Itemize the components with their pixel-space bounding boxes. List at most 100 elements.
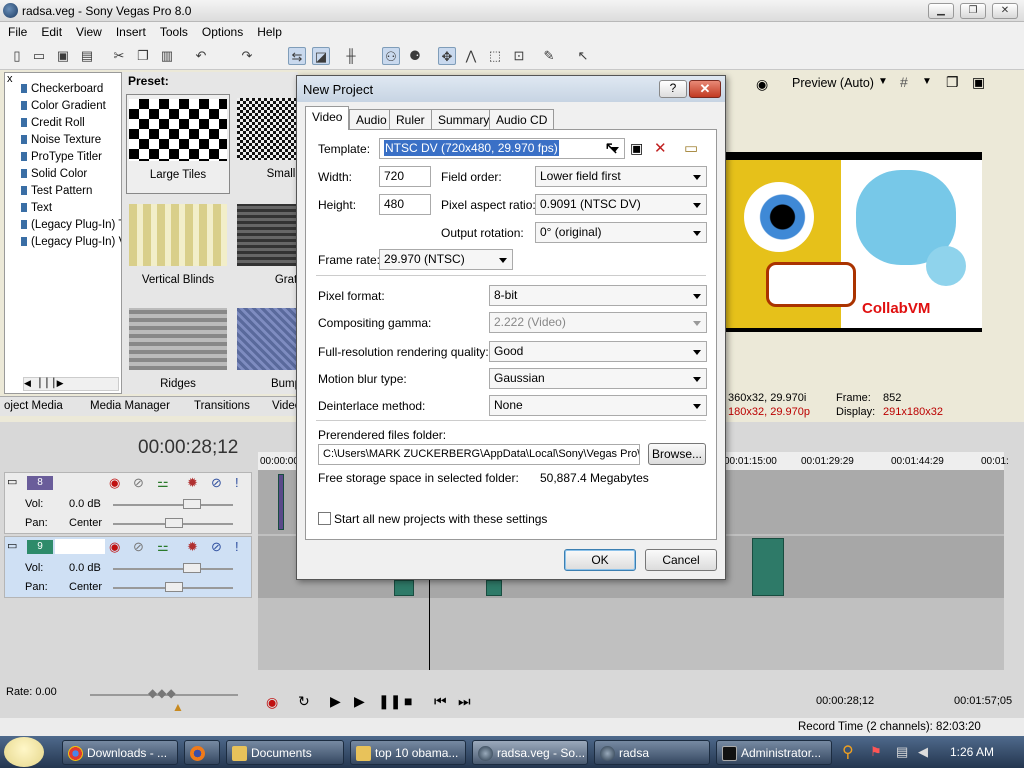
rate-slider-thumb[interactable]: ◆◆◆ (148, 686, 176, 700)
track-fx-icon[interactable]: ⚍ (157, 539, 169, 555)
ripple-icon[interactable]: ╫ (342, 47, 360, 65)
undo-icon[interactable]: ↶ (192, 47, 210, 65)
open-folder-icon[interactable]: ▭ (684, 139, 698, 157)
generator-item[interactable]: Color Gradient (21, 98, 121, 115)
taskbar-item-chrome[interactable]: Downloads - ... (62, 740, 178, 765)
tab-media-manager[interactable]: Media Manager (90, 400, 170, 412)
chevron-down-icon[interactable]: ▼ (922, 76, 932, 87)
cut-icon[interactable]: ✂ (110, 47, 128, 65)
fx-gear-icon[interactable]: ✹ (187, 539, 198, 555)
action-center-icon[interactable]: ⚑ (870, 744, 882, 760)
generator-item[interactable]: Text (21, 200, 121, 217)
tab-audio-cd[interactable]: Audio CD (489, 109, 555, 129)
volume-slider[interactable] (113, 504, 233, 506)
menu-edit[interactable]: Edit (33, 22, 68, 39)
rendering-quality-select[interactable]: Good (489, 341, 707, 362)
taskbar-item-vegas[interactable]: radsa.veg - So... (472, 740, 588, 765)
tab-ruler[interactable]: Ruler (389, 109, 432, 129)
tab-audio[interactable]: Audio (349, 109, 394, 129)
menu-options[interactable]: Options (194, 22, 249, 39)
save-template-icon[interactable]: ▣ (630, 140, 643, 157)
preset-tile[interactable]: Grat (234, 200, 298, 300)
record-arm-icon[interactable]: ◉ (109, 539, 120, 555)
close-window-button[interactable]: ✕ (992, 3, 1018, 19)
taskbar-item-firefox[interactable] (184, 740, 220, 765)
volume-icon[interactable]: ◀ (918, 744, 928, 760)
save-icon[interactable]: ▣ (54, 47, 72, 65)
horizontal-scrollbar[interactable]: ◀ ▕▕▕ ▶ (23, 377, 119, 391)
start-all-projects-checkbox[interactable] (318, 512, 331, 525)
audio-clip[interactable] (752, 538, 784, 596)
go-to-start-icon[interactable]: ⏮ (434, 693, 447, 710)
preset-tile[interactable]: Small T (234, 94, 298, 194)
volume-slider[interactable] (113, 568, 233, 570)
start-button[interactable] (4, 737, 44, 767)
generator-item[interactable]: ProType Titler (21, 149, 121, 166)
frame-rate-select[interactable]: 29.970 (NTSC) (379, 249, 513, 270)
taskbar-item-documents[interactable]: Documents (226, 740, 344, 765)
track-header[interactable]: ▭ 9 ◉ ⊘ ⚍ ✹ ⊘ ! Vol: 0.0 dB Pan: Center (4, 536, 252, 598)
preset-tile[interactable]: Vertical Blinds (126, 200, 230, 300)
menu-insert[interactable]: Insert (108, 22, 152, 39)
tab-video[interactable]: Video (305, 106, 350, 130)
dialog-close-button[interactable]: ✕ (689, 80, 721, 98)
mute-icon[interactable]: ⊘ (211, 539, 222, 555)
record-icon[interactable]: ◉ (266, 694, 278, 711)
taskbar-item-radsa[interactable]: radsa (594, 740, 710, 765)
tab-transitions[interactable]: Transitions (194, 400, 250, 412)
collapse-icon[interactable]: ▭ (7, 475, 17, 488)
minimize-button[interactable]: ▁ (928, 3, 954, 19)
pixel-aspect-select[interactable]: 0.9091 (NTSC DV) (535, 194, 707, 215)
output-rotation-select[interactable]: 0° (original) (535, 222, 707, 243)
new-icon[interactable]: ▯ (8, 47, 26, 65)
pixel-format-select[interactable]: 8-bit (489, 285, 707, 306)
invert-phase-icon[interactable]: ⊘ (133, 475, 144, 491)
preset-tile[interactable]: Bump (234, 304, 298, 394)
ignore-grouping-icon[interactable]: ⚈ (406, 47, 424, 65)
normal-edit-tool-icon[interactable]: ✥ (438, 47, 456, 65)
cancel-button[interactable]: Cancel (645, 549, 717, 571)
invert-phase-icon[interactable]: ⊘ (133, 539, 144, 555)
template-select[interactable]: NTSC DV (720x480, 29.970 fps) (379, 138, 625, 159)
loop-playback-icon[interactable]: ↻ (298, 693, 310, 710)
preset-tile[interactable]: Ridges (126, 304, 230, 394)
preset-tile[interactable]: Large Tiles (126, 94, 230, 194)
tab-summary[interactable]: Summary (431, 109, 497, 129)
browse-button[interactable]: Browse... (648, 443, 706, 465)
menu-tools[interactable]: Tools (152, 22, 194, 39)
track-name-field[interactable] (55, 539, 105, 554)
audio-clip[interactable] (394, 580, 414, 596)
menu-file[interactable]: File (0, 22, 33, 39)
copy-icon[interactable]: ❐ (134, 47, 152, 65)
volume-slider-thumb[interactable] (183, 499, 201, 509)
search-icon[interactable]: ⚲ (842, 742, 854, 762)
generator-item[interactable]: Checkerboard (21, 81, 121, 98)
audio-clip[interactable] (486, 580, 502, 596)
solo-icon[interactable]: ! (235, 475, 239, 490)
mute-icon[interactable]: ⊘ (211, 475, 222, 491)
width-input[interactable]: 720 (379, 166, 431, 187)
selection-tool-icon[interactable]: ⬚ (486, 47, 504, 65)
snap-icon[interactable]: ⇆ (288, 47, 306, 65)
help-button[interactable]: ? (659, 80, 687, 98)
menu-view[interactable]: View (68, 22, 108, 39)
generator-item[interactable]: Credit Roll (21, 115, 121, 132)
ok-button[interactable]: OK (564, 549, 636, 571)
fx-gear-icon[interactable]: ✹ (187, 475, 198, 491)
deinterlace-select[interactable]: None (489, 395, 707, 416)
go-to-end-icon[interactable]: ⏭ (458, 693, 471, 710)
track-fx-icon[interactable]: ⚍ (157, 475, 169, 491)
maximize-button[interactable]: ❐ (960, 3, 986, 19)
taskbar-item-folder[interactable]: top 10 obama... (350, 740, 466, 765)
pan-slider-thumb[interactable] (165, 582, 183, 592)
delete-template-icon[interactable]: ✕ (654, 139, 667, 157)
solo-icon[interactable]: ! (235, 539, 239, 554)
motion-blur-select[interactable]: Gaussian (489, 368, 707, 389)
play-from-start-icon[interactable]: ▶ (330, 693, 341, 710)
envelope-tool-icon[interactable]: ⋀ (462, 47, 480, 65)
generator-item[interactable]: Solid Color (21, 166, 121, 183)
track-header[interactable]: ▭ 8 ◉ ⊘ ⚍ ✹ ⊘ ! Vol: 0.0 dB Pan: Center (4, 472, 252, 534)
save-as-icon[interactable]: ▤ (78, 47, 96, 65)
pan-slider-thumb[interactable] (165, 518, 183, 528)
lock-envelopes-icon[interactable]: ⚇ (382, 47, 400, 65)
